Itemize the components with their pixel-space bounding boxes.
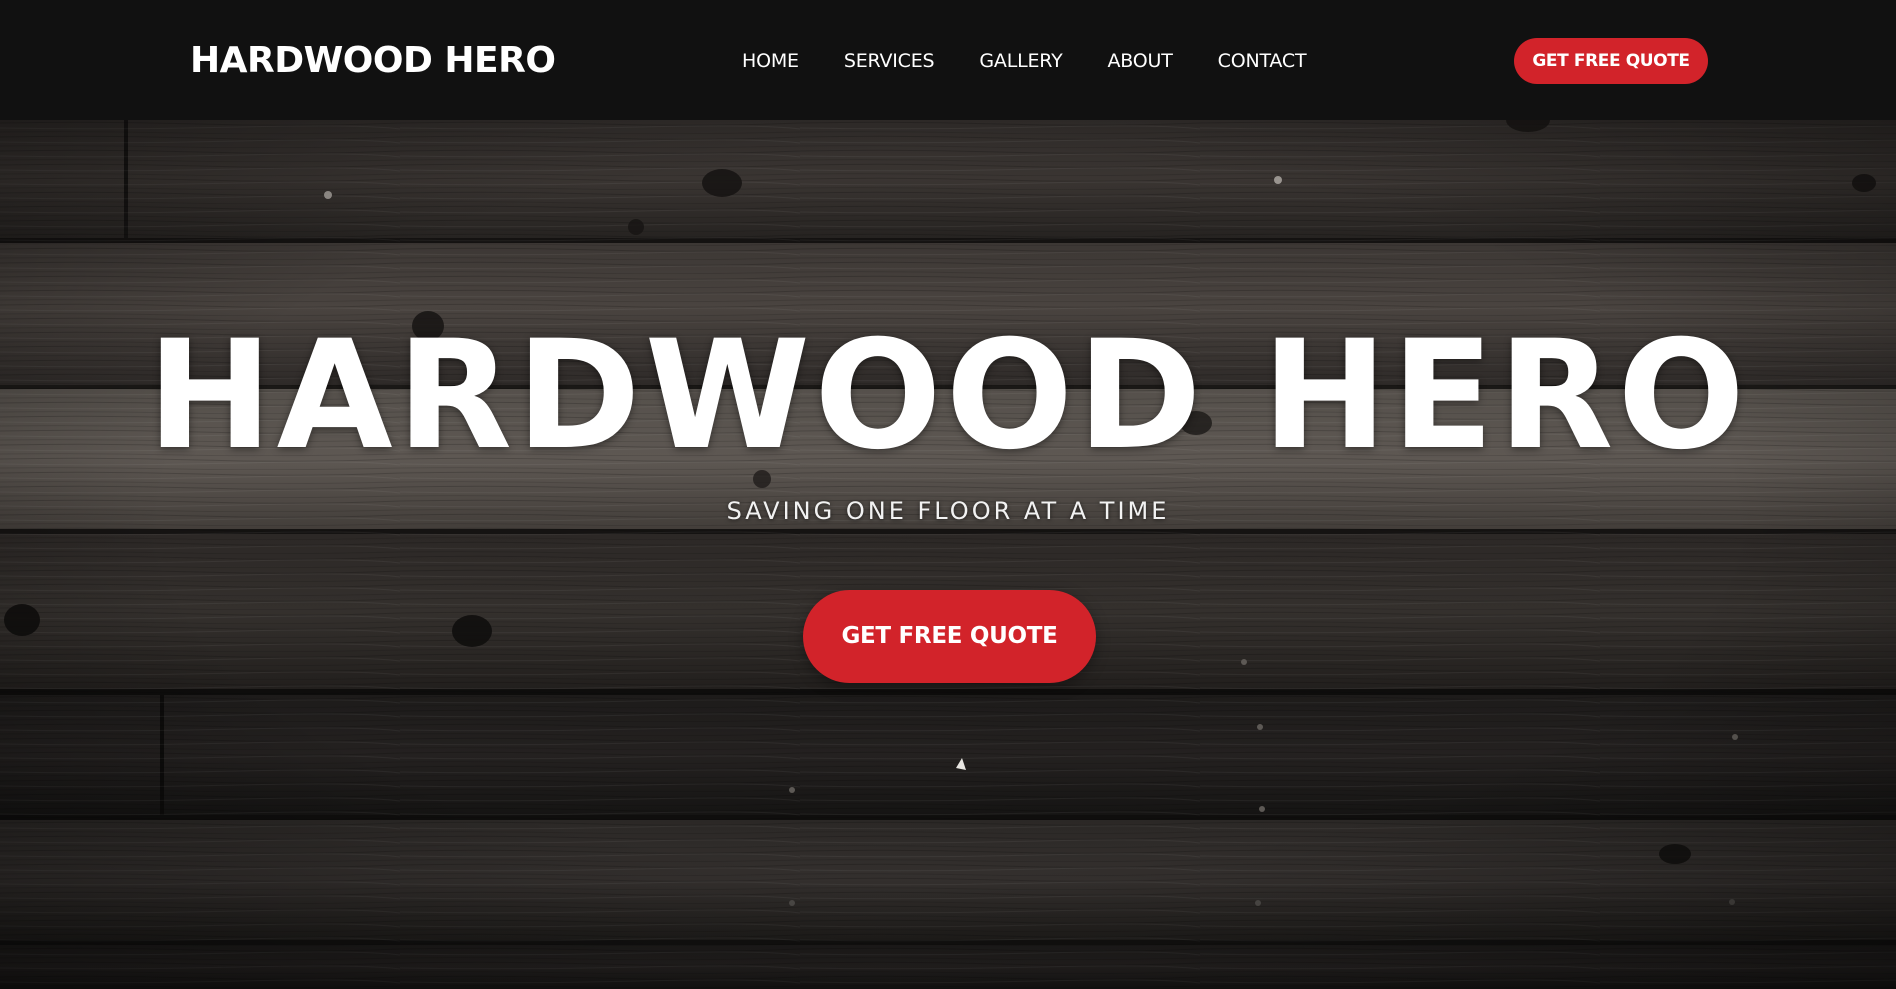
nav-item-home[interactable]: HOME [742,46,799,76]
hero-title: HARDWOOD HERO [147,309,1749,483]
main-nav: HOME SERVICES GALLERY ABOUT CONTACT [742,46,1307,76]
header-quote-button[interactable]: GET FREE QUOTE [1514,38,1708,84]
hero-subtitle: SAVING ONE FLOOR AT A TIME [726,497,1170,525]
nav-item-contact[interactable]: CONTACT [1218,46,1307,76]
hero-section: HARDWOOD HERO SAVING ONE FLOOR AT A TIME… [0,120,1896,989]
site-header: HARDWOOD HERO HOME SERVICES GALLERY ABOU… [0,0,1896,120]
nav-item-services[interactable]: SERVICES [844,46,935,76]
nav-item-about[interactable]: ABOUT [1108,46,1173,76]
nav-item-gallery[interactable]: GALLERY [979,46,1062,76]
site-logo[interactable]: HARDWOOD HERO [190,38,556,84]
wood-background-image [0,120,1896,989]
hero-quote-button[interactable]: GET FREE QUOTE [803,590,1096,683]
page: HARDWOOD HERO HOME SERVICES GALLERY ABOU… [0,0,1896,989]
